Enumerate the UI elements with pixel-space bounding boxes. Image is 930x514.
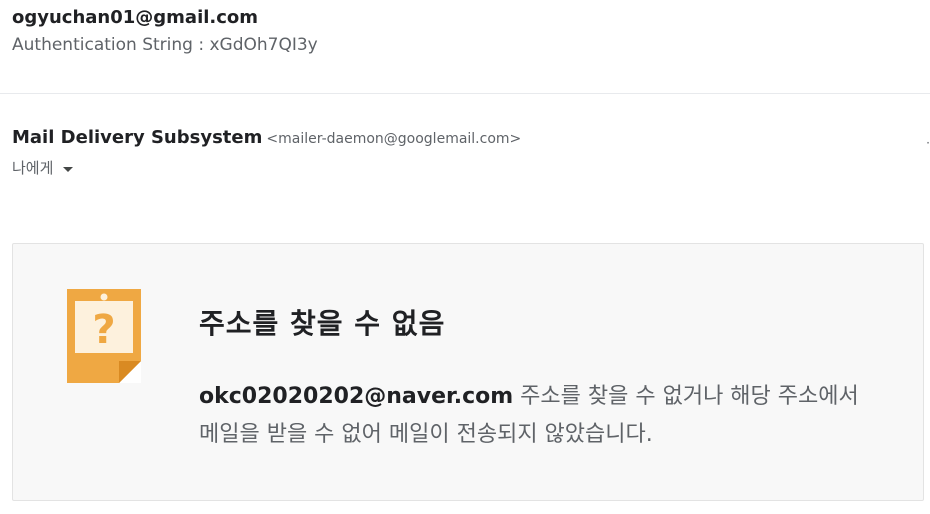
email-view: ogyuchan01@gmail.com Authentication Stri… <box>0 0 930 514</box>
sender-address: <mailer-daemon@googlemail.com> <box>266 131 522 147</box>
svg-text:?: ? <box>92 307 115 353</box>
previous-message-auth-string: Authentication String : xGdOh7QI3y <box>12 35 318 55</box>
bounce-description-line2: 메일을 받을 수 없어 메일이 전송되지 않았습니다. <box>199 422 653 447</box>
bounce-notice-card: ? 주소를 찾을 수 없음 okc02020202@naver.com 주소를 … <box>12 243 924 501</box>
previous-message-snippet[interactable]: ogyuchan01@gmail.com Authentication Stri… <box>12 6 318 56</box>
previous-message-email: ogyuchan01@gmail.com <box>12 7 259 28</box>
bounce-title: 주소를 찾을 수 없음 <box>199 307 446 340</box>
sender-name[interactable]: Mail Delivery Subsystem <box>12 127 262 148</box>
bounce-description: okc02020202@naver.com 주소를 찾을 수 없거나 해당 주소… <box>199 378 899 454</box>
bounce-description-line1: 주소를 찾을 수 없거나 해당 주소에서 <box>513 384 859 409</box>
message-divider <box>0 93 930 94</box>
recipient-label: 나에게 <box>12 159 54 177</box>
recipient-details-toggle[interactable]: 나에게 <box>12 157 74 178</box>
caret-down-icon[interactable] <box>63 166 74 172</box>
question-note-icon: ? <box>67 289 141 383</box>
truncated-edge-mark: · <box>926 136 930 150</box>
failed-address[interactable]: okc02020202@naver.com <box>199 384 513 409</box>
message-sender: Mail Delivery Subsystem <mailer-daemon@go… <box>12 127 521 148</box>
